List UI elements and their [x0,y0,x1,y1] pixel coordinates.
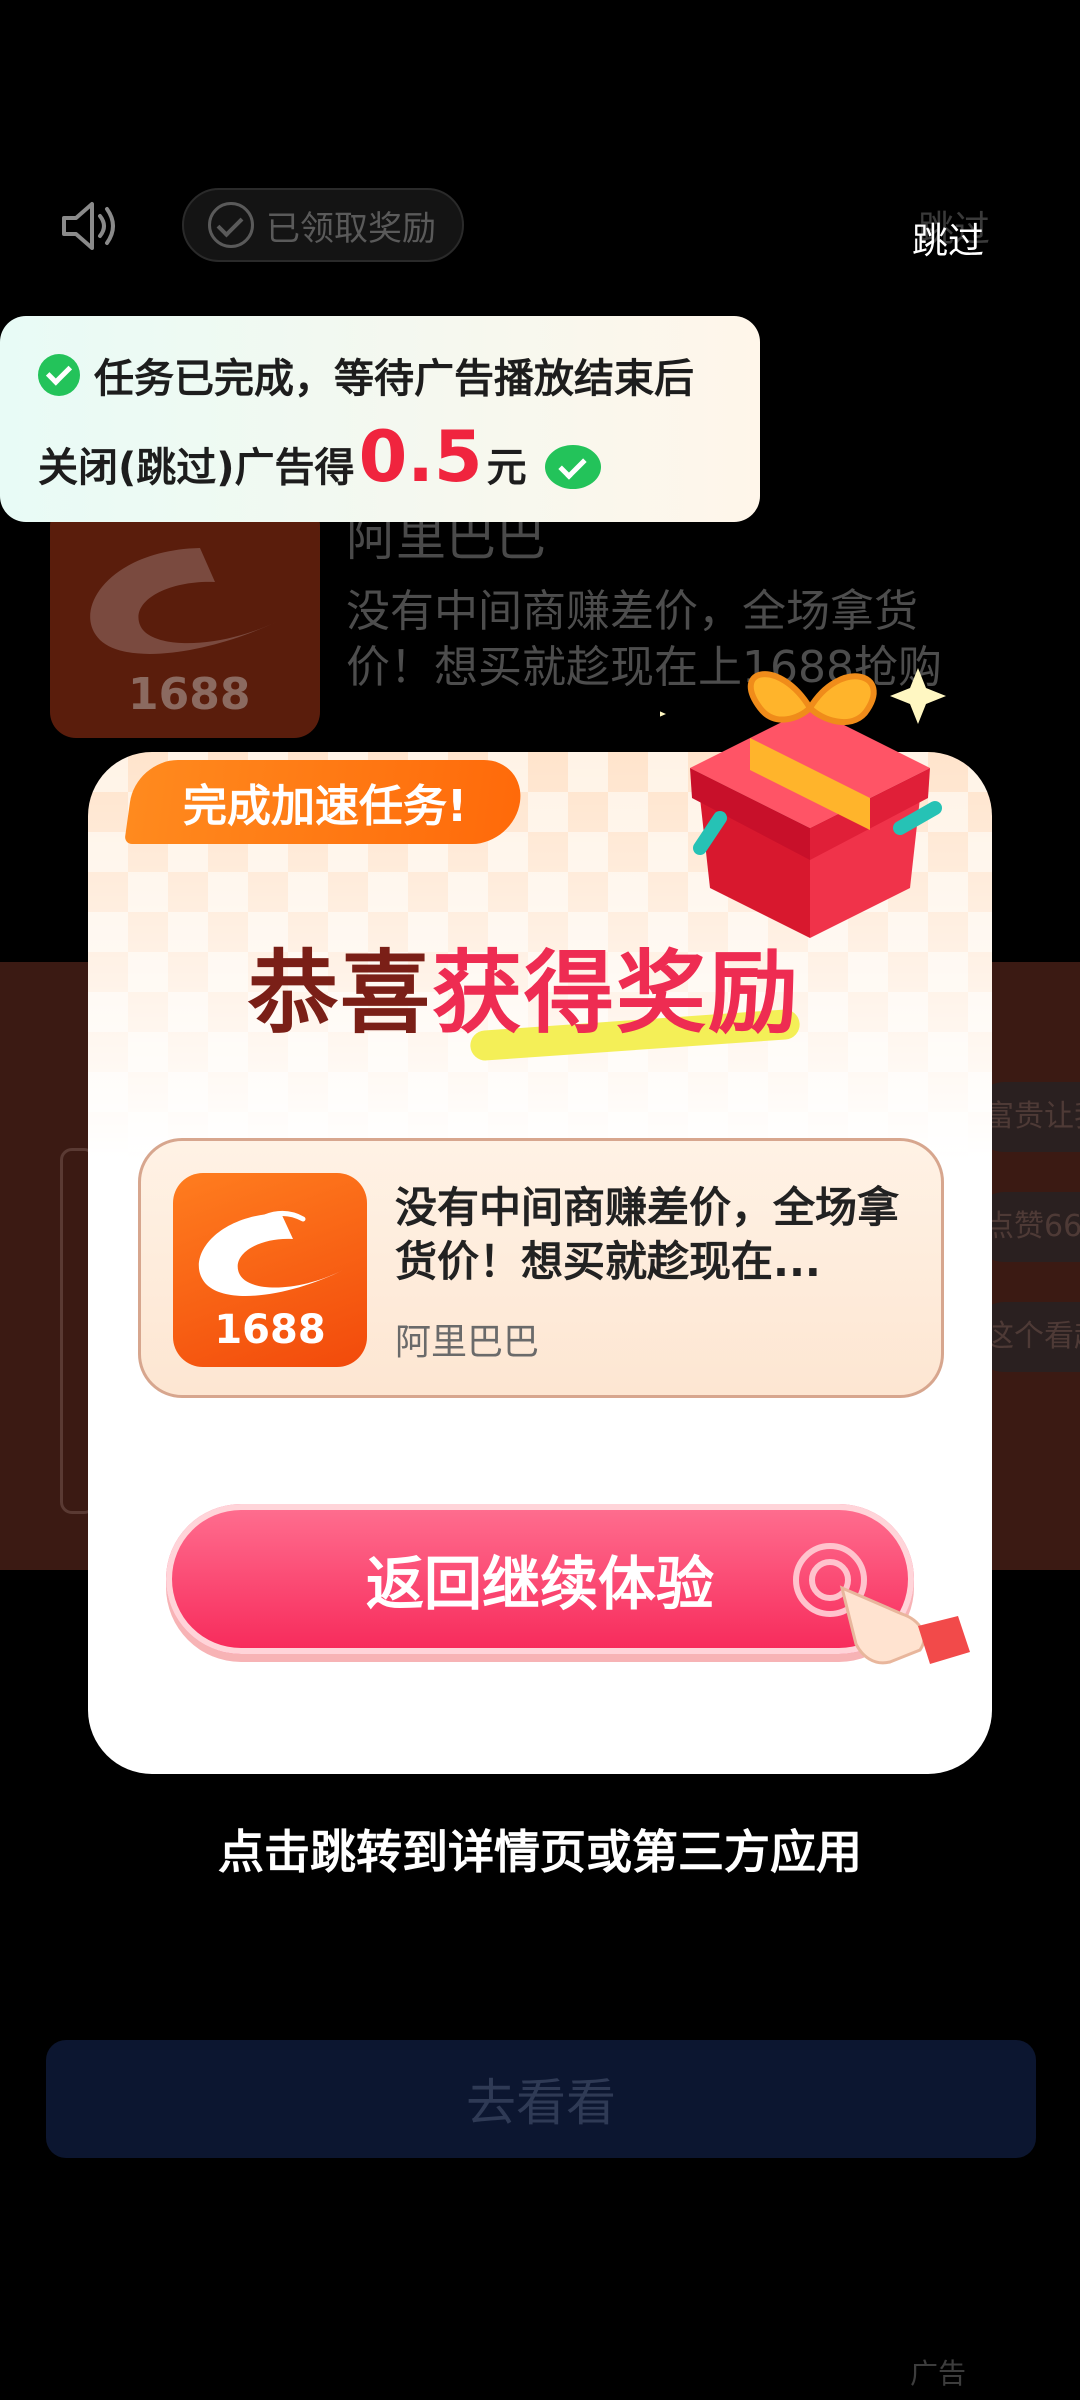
task-complete-toast: 任务已完成，等待广告播放结束后 关闭(跳过)广告得 0.5 元 [0,316,760,522]
headline-congrats: 恭喜 [248,941,432,1046]
toast-line2-prefix: 关闭(跳过)广告得 [38,445,355,491]
volume-icon[interactable] [58,196,118,256]
skip-button[interactable]: 跳过 [912,212,984,264]
task-tag: 完成加速任务! [124,760,526,844]
go-see-button[interactable]: 去看看 [46,2040,1036,2158]
pointing-hand-icon [793,1543,970,1665]
ad-tag: 广告 [910,2357,967,2390]
toast-line1: 任务已完成，等待广告播放结束后 [94,356,694,402]
reward-received-label: 已领取奖励 [266,208,436,249]
app-title: 没有中间商赚差价，全场拿货价！想买就趁现在... [395,1183,900,1286]
check-circle-icon [208,202,254,248]
check-icon [38,354,80,396]
bg-app-icon: 1688 [50,500,320,738]
headline-reward: 获得奖励 [432,941,800,1046]
bg-app-icon-number: 1688 [128,669,251,720]
reward-unit: 元 [486,445,527,491]
wechat-pay-icon [544,445,601,489]
jump-hint-text: 点击跳转到详情页或第三方应用 [218,1825,862,1879]
app-subtitle: 阿里巴巴 [395,1322,540,1363]
gift-box-icon [660,668,946,938]
app-icon-number: 1688 [214,1307,326,1353]
reward-amount: 0.5 [358,416,483,498]
promoted-app-card[interactable]: 1688 没有中间商赚差价，全场拿货价！想买就趁现在... 阿里巴巴 [138,1138,944,1398]
alibaba-1688-app-icon: 1688 [173,1173,367,1367]
reward-received-pill: 已领取奖励 [182,188,464,262]
